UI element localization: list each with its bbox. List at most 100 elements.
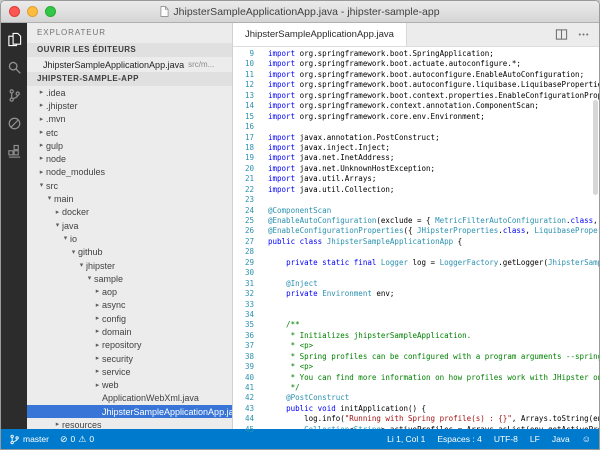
eol-indicator[interactable]: LF [530,434,540,444]
code-line[interactable] [268,268,599,278]
code-line[interactable]: import org.springframework.boot.actuate.… [268,59,599,69]
open-editors-header[interactable]: OUVRIR LES ÉDITEURS [27,43,232,57]
folder-item-github[interactable]: ▾github [27,246,232,259]
more-actions-icon[interactable] [577,28,590,41]
cursor-position[interactable]: Li 1, Col 1 [387,434,425,444]
chevron-right-icon[interactable]: ▸ [93,352,102,365]
git-branch-indicator[interactable]: master [9,434,49,445]
folder-item-aop[interactable]: ▸aop [27,285,232,298]
code-editor[interactable]: 9101112131415161718192021222324252627282… [233,47,599,429]
code-line[interactable]: import org.springframework.boot.autoconf… [268,70,599,80]
file-item-jhipstersampleapplicationapp.java[interactable]: JhipsterSampleApplicationApp.java [27,405,232,418]
code-line[interactable]: import java.net.InetAddress; [268,153,599,163]
debug-icon[interactable] [5,114,23,132]
chevron-right-icon[interactable]: ▸ [37,166,46,179]
code-content[interactable]: import org.springframework.boot.SpringAp… [260,47,599,429]
explorer-icon[interactable] [5,30,23,48]
close-window-button[interactable] [9,6,20,17]
code-line[interactable]: import java.util.Arrays; [268,174,599,184]
folder-item-web[interactable]: ▸web [27,379,232,392]
scrollbar-thumb[interactable] [593,100,598,195]
code-line[interactable]: @Inject [268,279,599,289]
code-line[interactable]: * <p> [268,341,599,351]
folder-item-.mvn[interactable]: ▸.mvn [27,113,232,126]
code-line[interactable] [268,122,599,132]
folder-item-docker[interactable]: ▸docker [27,206,232,219]
code-line[interactable]: import org.springframework.boot.autoconf… [268,80,599,90]
chevron-right-icon[interactable]: ▸ [93,312,102,325]
folder-item-async[interactable]: ▸async [27,299,232,312]
encoding-indicator[interactable]: UTF-8 [494,434,518,444]
split-editor-icon[interactable] [555,28,568,41]
zoom-window-button[interactable] [45,6,56,17]
folder-item-sample[interactable]: ▾sample [27,272,232,285]
code-line[interactable]: public class JhipsterSampleApplicationAp… [268,237,599,247]
indentation-indicator[interactable]: Espaces : 4 [437,434,481,444]
chevron-down-icon[interactable]: ▾ [61,232,70,245]
chevron-right-icon[interactable]: ▸ [53,206,62,219]
folder-item-node_modules[interactable]: ▸node_modules [27,166,232,179]
folder-item-resources[interactable]: ▸resources [27,418,232,429]
file-item-applicationwebxml.java[interactable]: ApplicationWebXml.java [27,392,232,405]
folder-item-config[interactable]: ▸config [27,312,232,325]
code-line[interactable]: * You can find more information on how p… [268,373,599,383]
folder-item-node[interactable]: ▸node [27,152,232,165]
chevron-right-icon[interactable]: ▸ [37,86,46,99]
code-line[interactable]: public void initApplication() { [268,404,599,414]
code-line[interactable]: import org.springframework.context.annot… [268,101,599,111]
chevron-down-icon[interactable]: ▾ [37,179,46,192]
code-line[interactable]: import org.springframework.boot.SpringAp… [268,49,599,59]
tab-jhipstersampleapplicationapp[interactable]: JhipsterSampleApplicationApp.java [233,23,407,46]
open-editor-item[interactable]: JhipsterSampleApplicationApp.java src/m.… [27,57,232,72]
code-line[interactable]: */ [268,383,599,393]
code-line[interactable]: import org.springframework.boot.context.… [268,91,599,101]
code-line[interactable]: private static final Logger log = Logger… [268,258,599,268]
folder-item-.jhipster[interactable]: ▸.jhipster [27,99,232,112]
folder-item-etc[interactable]: ▸etc [27,126,232,139]
folder-item-security[interactable]: ▸security [27,352,232,365]
chevron-down-icon[interactable]: ▾ [69,246,78,259]
code-line[interactable]: import javax.annotation.PostConstruct; [268,133,599,143]
search-icon[interactable] [5,58,23,76]
code-line[interactable]: import javax.inject.Inject; [268,143,599,153]
code-line[interactable]: @EnableConfigurationProperties({ JHipste… [268,226,599,236]
chevron-right-icon[interactable]: ▸ [93,339,102,352]
language-mode[interactable]: Java [552,434,570,444]
code-line[interactable]: @EnableAutoConfiguration(exclude = { Met… [268,216,599,226]
chevron-right-icon[interactable]: ▸ [53,418,62,429]
chevron-right-icon[interactable]: ▸ [37,126,46,139]
folder-item-repository[interactable]: ▸repository [27,339,232,352]
code-line[interactable]: @ComponentScan [268,206,599,216]
chevron-down-icon[interactable]: ▾ [45,192,54,205]
folder-item-jhipster[interactable]: ▾jhipster [27,259,232,272]
feedback-smiley-icon[interactable]: ☺ [582,435,591,444]
folder-item-gulp[interactable]: ▸gulp [27,139,232,152]
code-line[interactable] [268,310,599,320]
minimize-window-button[interactable] [27,6,38,17]
folder-item-.idea[interactable]: ▸.idea [27,86,232,99]
folder-item-main[interactable]: ▾main [27,192,232,205]
code-line[interactable]: private Environment env; [268,289,599,299]
code-line[interactable]: import java.util.Collection; [268,185,599,195]
chevron-right-icon[interactable]: ▸ [93,299,102,312]
code-line[interactable]: * Spring profiles can be configured with… [268,352,599,362]
folder-item-domain[interactable]: ▸domain [27,325,232,338]
chevron-right-icon[interactable]: ▸ [93,325,102,338]
editor-scrollbar[interactable] [592,47,599,429]
chevron-right-icon[interactable]: ▸ [37,99,46,112]
code-line[interactable]: import org.springframework.core.env.Envi… [268,112,599,122]
code-line[interactable] [268,247,599,257]
folder-item-src[interactable]: ▾src [27,179,232,192]
extensions-icon[interactable] [5,142,23,160]
chevron-right-icon[interactable]: ▸ [37,139,46,152]
code-line[interactable]: * Initializes jhipsterSampleApplication. [268,331,599,341]
folder-item-java[interactable]: ▾java [27,219,232,232]
code-line[interactable]: /** [268,320,599,330]
code-line[interactable]: Collection<String> activeProfiles = Arra… [268,425,599,429]
folder-item-service[interactable]: ▸service [27,365,232,378]
code-line[interactable]: log.info("Running with Spring profile(s)… [268,414,599,424]
chevron-down-icon[interactable]: ▾ [53,219,62,232]
chevron-right-icon[interactable]: ▸ [37,152,46,165]
code-line[interactable]: * <p> [268,362,599,372]
problems-indicator[interactable]: ⊘ 0 ⚠ 0 [60,434,94,444]
